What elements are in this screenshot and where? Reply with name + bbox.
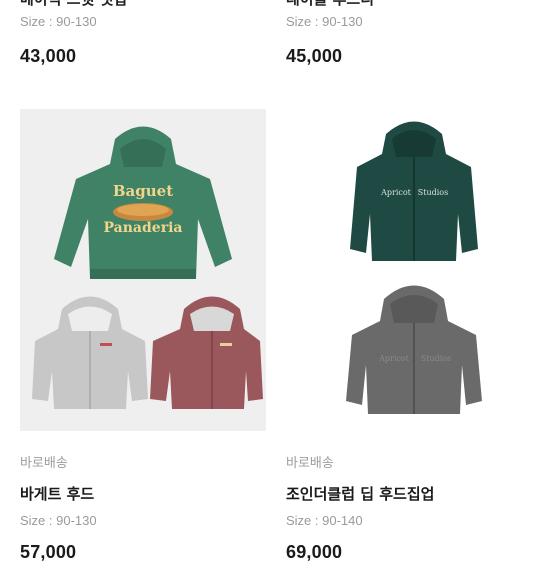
svg-text:Panaderia: Panaderia bbox=[104, 220, 183, 236]
svg-text:Studios: Studios bbox=[418, 188, 448, 197]
shipping-label: 바로배송 bbox=[286, 456, 334, 471]
product-image[interactable]: Baguet Panaderia bbox=[20, 109, 266, 431]
product-price: 45,000 bbox=[286, 46, 343, 66]
svg-text:Apricot: Apricot bbox=[380, 188, 412, 197]
product-name: 조인더클럽 딥 후드집업 bbox=[286, 485, 435, 503]
product-size: Size : 90-140 bbox=[286, 513, 363, 528]
hoodie-illustration: Baguet Panaderia bbox=[20, 109, 266, 431]
product-size: Size : 90-130 bbox=[286, 14, 363, 29]
shipping-label: 바로배송 bbox=[20, 456, 68, 471]
product-name: 바게트 후드 bbox=[20, 485, 95, 503]
product-price: 69,000 bbox=[286, 542, 343, 562]
product-price: 43,000 bbox=[20, 46, 77, 66]
product-price: 57,000 bbox=[20, 542, 77, 562]
svg-text:Baguet: Baguet bbox=[113, 182, 173, 200]
product-name: 레이블 후드티 bbox=[286, 0, 374, 9]
product-name: 베이직 스웻 셋업 bbox=[20, 0, 127, 9]
product-image[interactable]: Apricot Studios Apricot Studios bbox=[286, 109, 532, 431]
hoodie-illustration: Apricot Studios Apricot Studios bbox=[286, 109, 532, 431]
product-size: Size : 90-130 bbox=[20, 14, 97, 29]
svg-text:Apricot: Apricot bbox=[378, 354, 410, 363]
svg-text:Studios: Studios bbox=[421, 354, 451, 363]
product-size: Size : 90-130 bbox=[20, 513, 97, 528]
